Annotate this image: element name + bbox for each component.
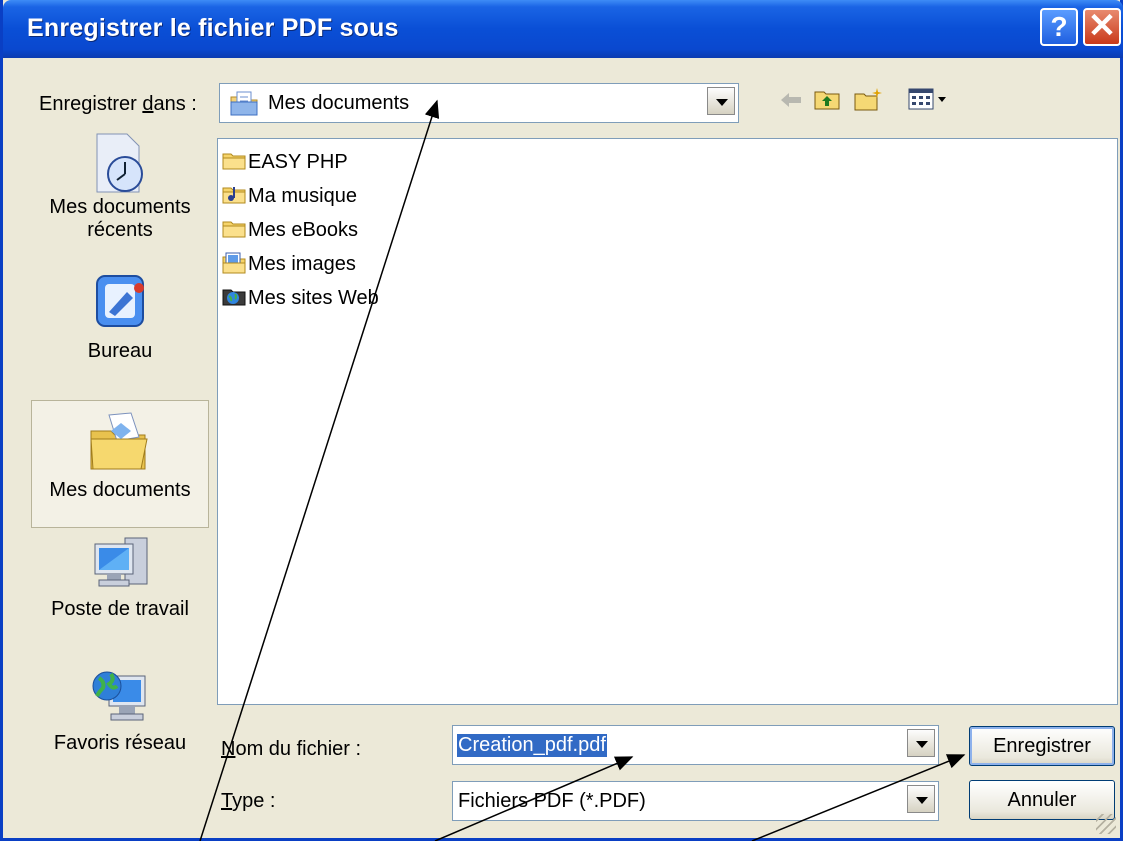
annotation-arrow	[199, 99, 440, 841]
annotation-arrows	[199, 99, 966, 841]
annotation-arrow	[434, 756, 634, 841]
annotation-arrow	[751, 754, 966, 841]
